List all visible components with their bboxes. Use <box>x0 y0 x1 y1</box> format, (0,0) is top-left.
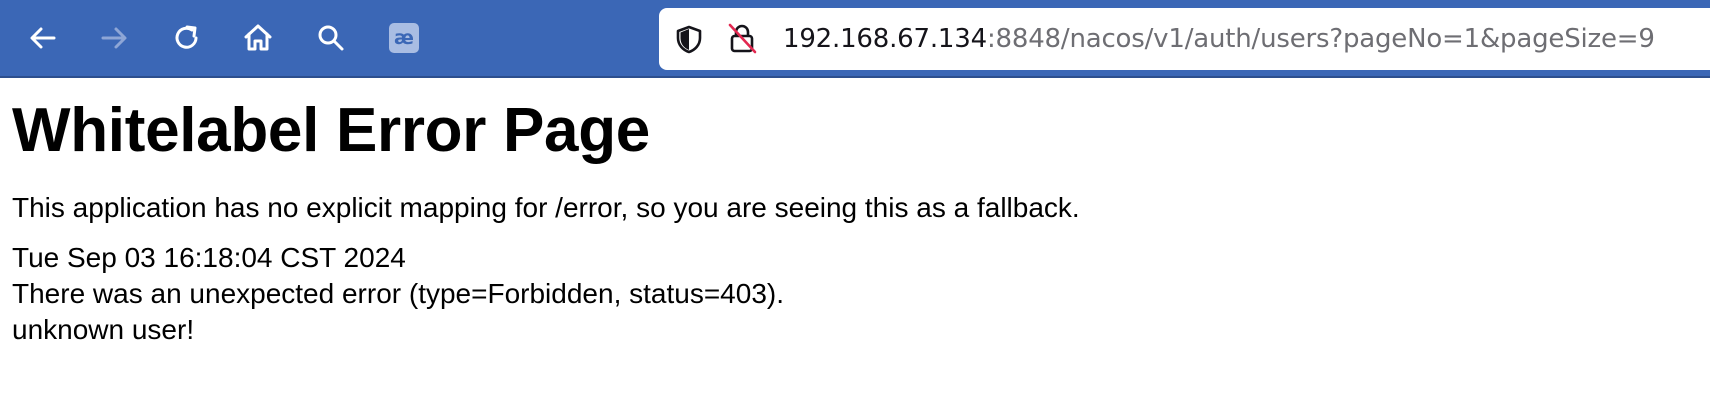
shield-icon[interactable] <box>674 24 704 54</box>
home-icon <box>244 24 272 51</box>
error-detail: unknown user! <box>12 314 195 345</box>
browser-toolbar: æ 192.168.67.134:8848/nacos/v1/auth/user… <box>0 0 1710 78</box>
error-message: This application has no explicit mapping… <box>12 192 1080 223</box>
reload-icon <box>175 25 198 49</box>
home-button[interactable] <box>239 19 277 57</box>
search-button[interactable] <box>312 19 350 57</box>
page-content: Whitelabel Error Page This application h… <box>12 78 1710 348</box>
error-type-line: There was an unexpected error (type=Forb… <box>12 278 784 309</box>
forward-button[interactable] <box>95 19 133 57</box>
url-text[interactable]: 192.168.67.134:8848/nacos/v1/auth/users?… <box>783 22 1655 56</box>
arrow-right-icon <box>101 27 127 49</box>
address-bar[interactable]: 192.168.67.134:8848/nacos/v1/auth/users?… <box>659 8 1710 70</box>
extension-icon[interactable]: æ <box>389 23 419 53</box>
arrow-left-icon <box>30 27 56 49</box>
url-host: 192.168.67.134 <box>783 24 987 54</box>
page-title: Whitelabel Error Page <box>12 96 650 165</box>
search-icon <box>318 25 344 51</box>
url-path: :8848/nacos/v1/auth/users?pageNo=1&pageS… <box>986 24 1655 54</box>
insecure-lock-icon[interactable] <box>726 22 758 54</box>
error-timestamp: Tue Sep 03 16:18:04 CST 2024 <box>12 242 406 273</box>
back-button[interactable] <box>24 19 62 57</box>
error-details: Tue Sep 03 16:18:04 CST 2024 There was a… <box>12 240 1710 348</box>
reload-button[interactable] <box>168 19 206 57</box>
